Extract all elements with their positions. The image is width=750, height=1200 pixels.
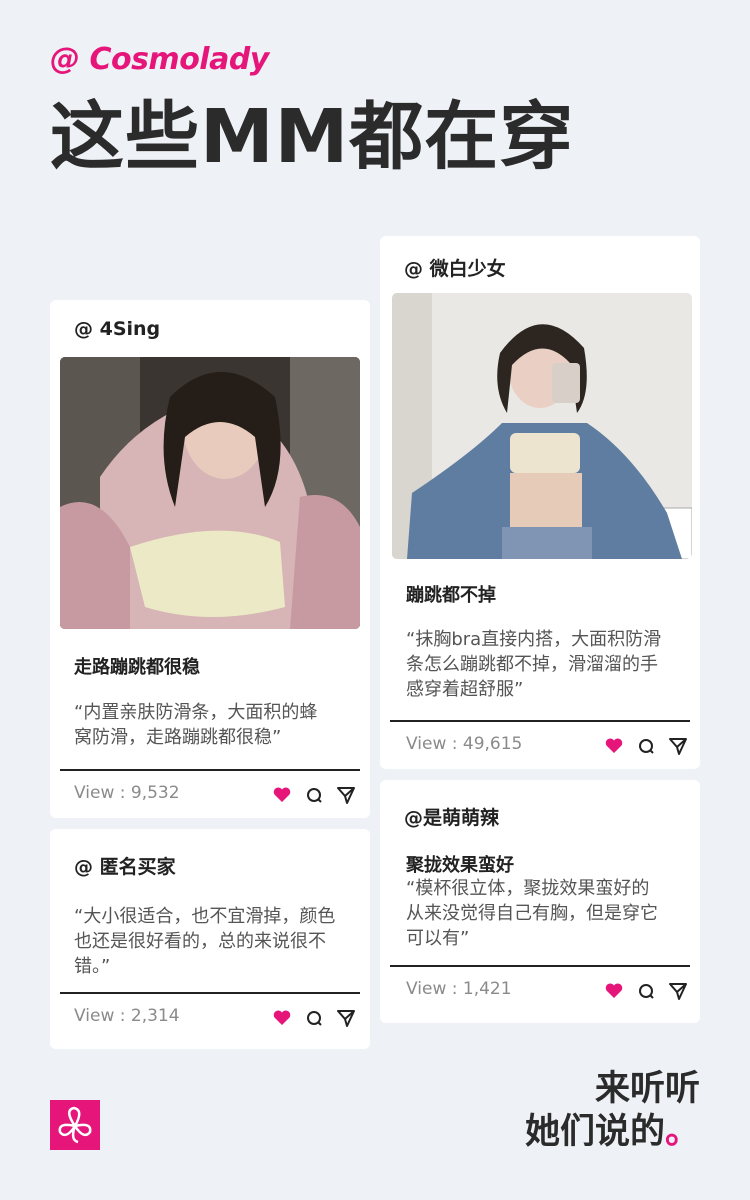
post-quote: “抹胸bra直接内搭，大面积防滑 条怎么蹦跳都不掉，滑溜溜的手 感穿着超舒服” <box>406 627 661 702</box>
comment-icon[interactable] <box>636 981 656 1001</box>
quote-line: “大小很适合，也不宜滑掉，颜色 <box>74 906 336 927</box>
share-icon[interactable] <box>668 736 688 756</box>
quote-line: “内置亲肤防滑条，大面积的蜂 <box>74 702 318 723</box>
view-count: View : 2,314 <box>74 1006 180 1026</box>
share-icon[interactable] <box>668 981 688 1001</box>
post-card-2: @ 匿名买家 “大小很适合，也不宜滑掉，颜色 也还是很好看的，总的来说很不 错。… <box>50 829 370 1049</box>
post-photo <box>392 293 692 559</box>
share-icon[interactable] <box>336 1008 356 1028</box>
divider <box>390 965 690 967</box>
quote-line: “抹胸bra直接内搭，大面积防滑 <box>406 629 662 650</box>
divider <box>60 992 360 994</box>
quote-line: 可以有” <box>406 928 470 949</box>
post-actions <box>604 736 688 756</box>
quote-line: 错。” <box>74 956 111 977</box>
post-photo <box>60 357 360 629</box>
post-quote: “模杯很立体，聚拢效果蛮好的 从来没觉得自己有胸，但是穿它 可以有” <box>406 876 658 951</box>
post-actions <box>604 981 688 1001</box>
heart-icon[interactable] <box>604 736 624 756</box>
headline: 这些MM都在穿 <box>50 94 575 180</box>
post-card-3: @ 微白少女 蹦跳都不掉 “抹胸bra直接内搭，大面积防滑 条怎么蹦跳都不掉，滑… <box>380 236 700 769</box>
post-card-1: @ 4Sing 走路蹦跳都很稳 “内置亲肤防滑条，大面积的蜂 窝防滑，走路蹦跳都… <box>50 300 370 818</box>
quote-line: 感穿着超舒服” <box>406 679 524 700</box>
view-count: View : 49,615 <box>406 734 523 754</box>
tagline-dot: 。 <box>664 1112 700 1152</box>
post-card-4: @是萌萌辣 聚拢效果蛮好 “模杯很立体，聚拢效果蛮好的 从来没觉得自己有胸，但是… <box>380 780 700 1023</box>
tagline-line-1: 来听听 <box>594 1069 700 1109</box>
post-title: 走路蹦跳都很稳 <box>74 657 200 678</box>
quote-line: 窝防滑，走路蹦跳都很稳” <box>74 727 282 748</box>
post-user: @是萌萌辣 <box>404 807 500 829</box>
share-icon[interactable] <box>336 785 356 805</box>
brand-label: @ Cosmolady <box>50 42 269 77</box>
post-actions <box>272 785 356 805</box>
post-title: 聚拢效果蛮好 <box>406 855 514 876</box>
divider <box>390 720 690 722</box>
quote-line: 也还是很好看的，总的来说很不 <box>74 931 326 952</box>
post-actions <box>272 1008 356 1028</box>
comment-icon[interactable] <box>304 785 324 805</box>
post-user: @ 匿名买家 <box>74 856 176 878</box>
heart-icon[interactable] <box>272 1008 292 1028</box>
quote-line: 条怎么蹦跳都不掉，滑溜溜的手 <box>406 654 658 675</box>
post-title: 蹦跳都不掉 <box>406 585 496 606</box>
quote-line: “模杯很立体，聚拢效果蛮好的 <box>406 878 650 899</box>
post-user: @ 4Sing <box>74 318 161 340</box>
comment-icon[interactable] <box>636 736 656 756</box>
post-quote: “大小很适合，也不宜滑掉，颜色 也还是很好看的，总的来说很不 错。” <box>74 904 335 979</box>
post-user: @ 微白少女 <box>404 258 506 280</box>
divider <box>60 769 360 771</box>
heart-icon[interactable] <box>272 785 292 805</box>
view-count: View : 1,421 <box>406 979 512 999</box>
tagline: 来听听 她们说的。 <box>525 1068 700 1154</box>
comment-icon[interactable] <box>304 1008 324 1028</box>
heart-icon[interactable] <box>604 981 624 1001</box>
post-quote: “内置亲肤防滑条，大面积的蜂 窝防滑，走路蹦跳都很稳” <box>74 700 317 750</box>
quote-line: 从来没觉得自己有胸，但是穿它 <box>406 903 658 924</box>
view-count: View : 9,532 <box>74 783 180 803</box>
flower-logo-icon <box>50 1100 100 1150</box>
tagline-line-2-text: 她们说的 <box>524 1112 665 1152</box>
tagline-line-2: 她们说的。 <box>525 1111 700 1154</box>
